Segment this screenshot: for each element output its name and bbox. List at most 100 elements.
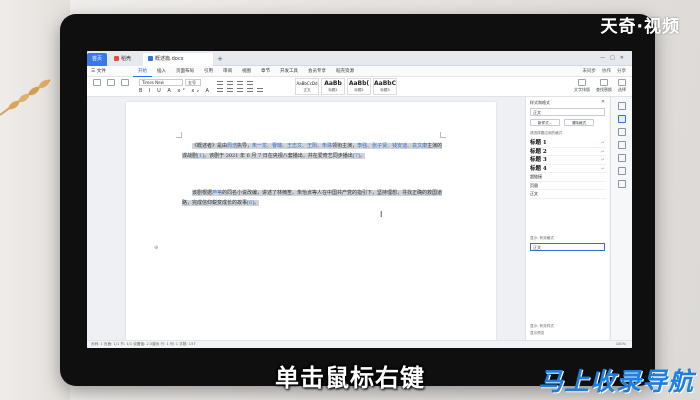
limit-tool-icon[interactable] bbox=[617, 154, 626, 162]
style-list-item[interactable]: 超链接 bbox=[530, 173, 606, 182]
menu-bar: 三 文件 开始 插入 页面布局 引用 审阅 视图 章节 开发工具 会员专享 稻壳… bbox=[87, 66, 632, 77]
margin-corner-tl bbox=[176, 132, 182, 138]
brand-logo: 马上收录导航 bbox=[537, 367, 694, 396]
style-list-item[interactable]: 标题 3 ↵ bbox=[530, 156, 606, 165]
wheat-decoration bbox=[0, 79, 51, 116]
file-menu[interactable]: 三 文件 bbox=[91, 67, 106, 76]
link-lead-cast[interactable]: 朱一龙、曹璐、王志文、王阳、朱珠 bbox=[252, 143, 332, 149]
pane-footer-show[interactable]: 显示: 有效样式 bbox=[530, 324, 554, 329]
menu-tab-docer[interactable]: 稻壳资源 bbox=[331, 67, 359, 77]
pane-title: 样式和格式 bbox=[530, 100, 550, 105]
style-item-label: 标题 3 bbox=[530, 157, 547, 163]
outdent-icon[interactable] bbox=[247, 81, 253, 85]
paragraph-1[interactable]: 《概述者》是由周浩执导，朱一龙、曹璐、王志文、王阳、朱珠领衔主演，李强、张子贤、… bbox=[182, 142, 444, 162]
font-family-select[interactable]: Times New bbox=[139, 79, 183, 86]
paste-button[interactable] bbox=[93, 79, 101, 87]
menu-tab-view[interactable]: 视图 bbox=[237, 67, 256, 77]
style-heading-3[interactable]: AaBbC 标题3 bbox=[373, 78, 397, 95]
menu-tab-review[interactable]: 审阅 bbox=[218, 67, 237, 77]
new-style-button[interactable]: 新样式... bbox=[530, 119, 560, 126]
sync-status[interactable]: 未同步 bbox=[583, 69, 597, 74]
menu-tab-developer[interactable]: 开发工具 bbox=[275, 67, 303, 77]
menu-tab-sections[interactable]: 章节 bbox=[256, 67, 275, 77]
collaborate-button[interactable]: 协作 bbox=[602, 69, 611, 74]
current-style-select[interactable]: 正文 bbox=[530, 108, 605, 116]
justify-icon[interactable] bbox=[247, 88, 253, 92]
show-style-select[interactable]: 正文 bbox=[530, 243, 605, 251]
style-list-item[interactable]: 正文 bbox=[530, 190, 606, 199]
select-tool-icon[interactable] bbox=[617, 128, 626, 136]
document-page[interactable]: 《概述者》是由周浩执导，朱一龙、曹璐、王志文、王阳、朱珠领衔主演，李强、张子贤、… bbox=[126, 102, 496, 342]
link-director[interactable]: 周浩 bbox=[227, 143, 237, 149]
ribbon: Times New 五号 B I U A x² x₂ A AaBbCcDd 正文 … bbox=[87, 77, 632, 97]
text-run: 。该剧于 2021 年 6 月 7 日在央视八套播出，并在爱奇艺同步播出 bbox=[204, 152, 353, 159]
style-list-item[interactable]: 标题 4 ↵ bbox=[530, 165, 606, 173]
document-workspace: 《概述者》是由周浩执导，朱一龙、曹璐、王志文、王阳、朱珠领衔主演，李强、张子贤、… bbox=[87, 97, 525, 342]
number-list-icon[interactable] bbox=[227, 81, 233, 85]
cut-button[interactable] bbox=[107, 79, 115, 87]
line-spacing-icon[interactable] bbox=[257, 88, 263, 92]
align-left-icon[interactable] bbox=[217, 88, 223, 92]
margin-corner-tr bbox=[440, 132, 446, 138]
align-right-icon[interactable] bbox=[237, 88, 243, 92]
menu-tab-layout[interactable]: 页面布局 bbox=[171, 67, 199, 77]
style-normal[interactable]: AaBbCcDd 正文 bbox=[295, 78, 319, 95]
style-list-item[interactable]: 标题 1 ↵ bbox=[530, 139, 606, 148]
text-layout-button[interactable]: 文字排版 bbox=[574, 79, 590, 93]
share-tool-icon[interactable] bbox=[617, 167, 626, 175]
pane-footer-preview[interactable]: 显示预览 bbox=[530, 331, 544, 336]
style-heading-2[interactable]: AaBb(标题2 bbox=[347, 78, 371, 95]
style-list-item[interactable]: 标题 2 ↵ bbox=[530, 148, 606, 156]
new-tab-button[interactable]: + bbox=[215, 53, 225, 66]
pane-subtitle: 请选择要应用的格式 bbox=[530, 131, 563, 135]
paragraph-2[interactable]: 该剧根据芦苇的同名小说改编，讲述了林楠笙、朱怡贞等人在中国共产党的指引下，坚持理… bbox=[182, 189, 444, 209]
docer-icon bbox=[114, 56, 119, 61]
style-heading-1[interactable]: AaBb 标题1 bbox=[321, 78, 345, 95]
menu-tab-insert[interactable]: 插入 bbox=[152, 67, 171, 77]
shape-tool-icon[interactable] bbox=[617, 141, 626, 149]
align-center-icon[interactable] bbox=[227, 88, 233, 92]
text-layout-icon bbox=[578, 79, 586, 86]
reference-7[interactable]: [7] bbox=[353, 153, 360, 159]
pane-close-icon[interactable]: ✕ bbox=[601, 99, 605, 105]
find-replace-button[interactable]: 查找替换 bbox=[596, 79, 612, 93]
close-icon[interactable]: ✕ bbox=[620, 55, 624, 61]
style-item-label: 标题 1 bbox=[530, 140, 547, 146]
font-size-select[interactable]: 五号 bbox=[185, 79, 201, 86]
share-button[interactable]: 分享 bbox=[617, 69, 626, 74]
zoom-level[interactable]: 100% bbox=[616, 341, 626, 348]
link-author[interactable]: 芦苇 bbox=[212, 190, 222, 196]
tab-home[interactable]: 首页 bbox=[87, 53, 107, 66]
minimize-icon[interactable]: — bbox=[600, 55, 605, 61]
maximize-icon[interactable]: □ bbox=[610, 55, 615, 61]
style-item-label: 标题 2 bbox=[530, 148, 547, 155]
menu-tabs: 开始 插入 页面布局 引用 审阅 视图 章节 开发工具 会员专享 稻壳资源 bbox=[133, 67, 359, 77]
select-button[interactable]: 选择 bbox=[618, 79, 626, 93]
paste-icon bbox=[93, 79, 101, 86]
menu-tab-home[interactable]: 开始 bbox=[133, 67, 152, 77]
help-tool-icon[interactable] bbox=[617, 180, 626, 188]
bullet-list-icon[interactable] bbox=[217, 81, 223, 85]
menu-right: 未同步 协作 分享 bbox=[577, 67, 627, 76]
menu-tab-references[interactable]: 引用 bbox=[199, 67, 218, 77]
cursor-tool-icon[interactable] bbox=[617, 102, 626, 110]
pane-show-label: 显示: 有效格式 bbox=[530, 236, 554, 240]
format-buttons[interactable]: B I U A x² x₂ A bbox=[139, 88, 211, 94]
tab-document[interactable]: 概述篇.docx bbox=[143, 53, 213, 66]
cut-icon bbox=[107, 79, 115, 86]
link-cast[interactable]: 李强、张子贤、钱安迪、袁文康 bbox=[357, 143, 427, 149]
status-bar: 页码: 1 页面: 1/1 节: 1/1 设置值: 2.5厘米 行: 1 列: … bbox=[87, 340, 632, 348]
tab-docer-label: 稻壳 bbox=[121, 56, 132, 62]
style-tool-icon[interactable] bbox=[617, 115, 626, 123]
tab-docer[interactable]: 稻壳 bbox=[109, 53, 143, 66]
tab-document-label: 概述篇.docx bbox=[155, 56, 184, 62]
text-run: 《概述者》是由 bbox=[192, 143, 228, 149]
format-painter-button[interactable] bbox=[121, 79, 129, 87]
style-item-label: 页眉 bbox=[530, 182, 538, 188]
side-toolbar bbox=[610, 97, 632, 340]
clear-format-button[interactable]: 清除格式 bbox=[564, 119, 594, 126]
find-replace-icon bbox=[600, 79, 608, 86]
indent-icon[interactable] bbox=[237, 81, 243, 85]
style-list-item[interactable]: 页眉 bbox=[530, 182, 606, 190]
menu-tab-member[interactable]: 会员专享 bbox=[303, 67, 331, 77]
